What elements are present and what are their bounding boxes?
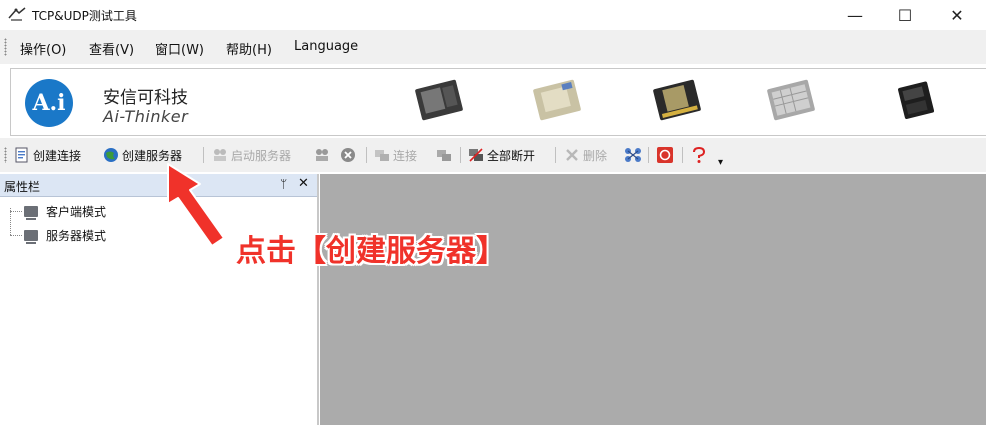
tree-item-client-mode[interactable]: 客户端模式 [24,203,106,220]
company-name-cn: 安信可科技 [103,88,188,108]
disconnect-all-icon [469,148,483,162]
maximize-button[interactable]: ☐ [882,0,928,30]
toolbar-grip[interactable] [4,147,7,163]
workspace-area[interactable] [320,174,986,425]
create-connection-button[interactable]: 创建连接 [14,145,81,165]
annotation-arrow-icon [167,163,225,247]
toolbar-overflow-button[interactable]: ▾ [718,152,723,172]
delete-x-icon [566,149,578,161]
tree-item-server-mode[interactable]: 服务器模式 [24,227,106,244]
toolbar-separator [555,147,556,163]
menu-window[interactable]: 窗口(W) [155,39,204,58]
create-connection-label: 创建连接 [33,148,82,163]
menu-bar: 操作(O) 查看(V) 窗口(W) 帮助(H) Language [0,30,986,64]
minimize-button[interactable]: — [832,0,878,30]
menu-language[interactable]: Language [294,39,358,54]
tree-item-label: 服务器模式 [46,229,107,243]
disconnect-icon[interactable] [436,147,452,163]
ai-thinker-logo: A.i [25,79,73,127]
disconnect-all-button[interactable]: 全部断开 [468,145,535,165]
network-icon[interactable] [624,147,642,163]
delete-label: 删除 [583,148,608,163]
stop-server-icon[interactable] [314,147,330,163]
server-globe-icon [104,148,118,162]
toolbar: 创建连接 创建服务器 启动服务器 连接 全部断开 删除 ▾ [0,138,986,172]
module-image-4 [767,79,815,121]
disconnect-all-label: 全部断开 [487,148,536,163]
computer-icon [24,230,38,244]
connect-icon [375,150,389,161]
module-image-3 [653,79,701,121]
toolbar-separator [460,147,461,163]
connect-button[interactable]: 连接 [374,145,417,165]
panel-title: 属性栏 [4,180,41,194]
brand-banner: A.i 安信可科技 Ai-Thinker [10,68,986,136]
toolbar-separator [366,147,367,163]
connect-label: 连接 [393,148,418,163]
delete-button[interactable]: 删除 [564,145,607,165]
tree-connector [10,211,22,212]
help-icon[interactable] [690,146,708,164]
module-image-5 [898,81,935,119]
panel-close-icon[interactable]: ✕ [298,176,309,191]
computer-icon [24,206,38,220]
pin-icon[interactable]: ᛘ [280,177,287,191]
module-image-2 [533,79,581,121]
menu-operate[interactable]: 操作(O) [20,39,66,58]
title-bar: TCP&UDP测试工具 — ☐ ✕ [0,0,986,30]
cancel-circle-icon[interactable] [340,147,356,163]
window-title: TCP&UDP测试工具 [32,9,137,23]
toolbar-separator [682,147,683,163]
close-window-button[interactable]: ✕ [934,0,980,30]
new-connection-icon [15,147,28,163]
tree-item-label: 客户端模式 [46,205,107,219]
annotation-text: 点击【创建服务器】 [236,234,506,269]
module-image-1 [415,79,463,121]
power-icon[interactable] [656,146,674,164]
app-icon [8,7,26,21]
menu-help[interactable]: 帮助(H) [226,39,272,58]
panel-header: 属性栏 ᛘ ✕ [0,174,317,197]
menu-grip[interactable] [4,38,7,56]
start-server-label: 启动服务器 [231,148,292,163]
menu-view[interactable]: 查看(V) [89,39,134,58]
tree-connector [10,235,22,236]
tree-connector [10,208,11,235]
company-name-en: Ai-Thinker [103,107,189,126]
toolbar-separator [648,147,649,163]
